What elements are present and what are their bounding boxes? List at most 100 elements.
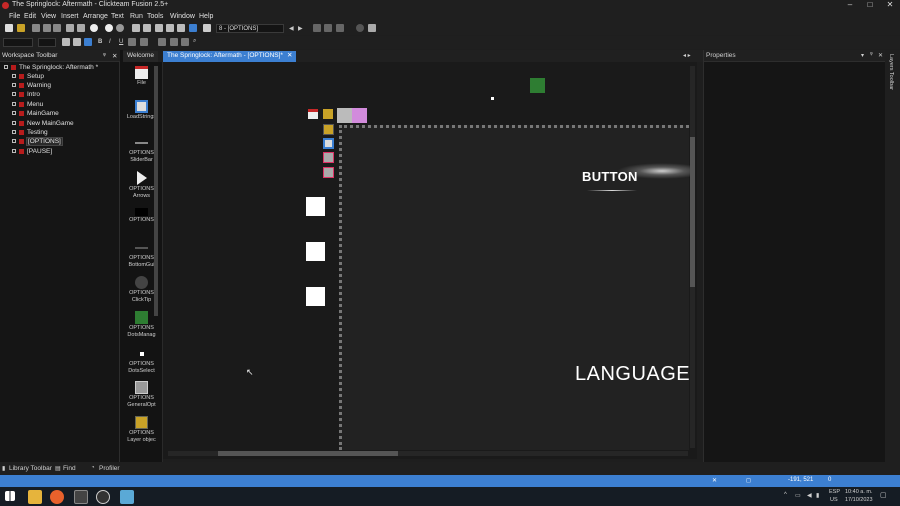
clock-time[interactable]: 10:40 a. m.: [845, 489, 873, 495]
size-select[interactable]: [38, 38, 56, 47]
search-icon[interactable]: ⌕: [193, 38, 196, 45]
align-right-icon[interactable]: [181, 38, 189, 46]
copy-icon[interactable]: [43, 24, 51, 32]
align-center-icon[interactable]: [170, 38, 178, 46]
storyboard-icon[interactable]: [132, 24, 140, 32]
properties-close-icon[interactable]: ✕: [878, 52, 883, 59]
run-icon[interactable]: [105, 24, 113, 32]
close-tab-icon[interactable]: ✕: [287, 52, 292, 59]
next-frame-icon[interactable]: ▶: [298, 25, 303, 32]
white-box-object[interactable]: [306, 242, 325, 261]
bold-icon[interactable]: B: [98, 39, 102, 45]
tree-item-menu[interactable]: Menu: [12, 101, 43, 110]
general-object[interactable]: [323, 152, 334, 163]
distribute-icon[interactable]: [324, 24, 332, 32]
undo-icon[interactable]: [66, 24, 74, 32]
properties-dropdown-icon[interactable]: ▾: [861, 52, 864, 59]
mic-icon[interactable]: ▮: [816, 492, 819, 499]
properties-pin-icon[interactable]: ᵠ: [870, 52, 873, 58]
vertical-scroll-thumb[interactable]: [690, 137, 695, 287]
language-indicator[interactable]: ESP: [829, 489, 840, 495]
help-icon[interactable]: [90, 24, 98, 32]
network-icon[interactable]: ▭: [795, 492, 801, 499]
text-tool-icon[interactable]: [84, 38, 92, 46]
menu-run[interactable]: Run: [130, 13, 143, 20]
tree-item-new-maingame[interactable]: New MainGame: [12, 120, 74, 129]
menu-arrange[interactable]: Arrange: [83, 13, 108, 20]
menu-edit[interactable]: Edit: [24, 13, 36, 20]
tree-item-intro[interactable]: Intro: [12, 91, 40, 100]
resize-icon[interactable]: [336, 24, 344, 32]
notepad-icon[interactable]: [120, 490, 134, 504]
tree-item-warning[interactable]: Warning: [12, 82, 51, 91]
white-box-object[interactable]: [306, 197, 325, 216]
paste-icon[interactable]: [53, 24, 61, 32]
data-elements-icon[interactable]: [177, 24, 185, 32]
menu-tools[interactable]: Tools: [147, 13, 163, 20]
frame-view-icon[interactable]: [189, 24, 197, 32]
stop-icon[interactable]: [116, 24, 124, 32]
button-label[interactable]: BUTTON: [582, 169, 638, 184]
menu-file[interactable]: File: [9, 13, 20, 20]
profiler-tab[interactable]: Profiler: [99, 465, 120, 472]
screenshot-icon[interactable]: [368, 24, 376, 32]
new-file-icon[interactable]: [5, 24, 13, 32]
tree-root[interactable]: The Springlock: Aftermath *: [4, 64, 98, 73]
layers-toolbar-strip[interactable]: Layers Toolbar: [885, 50, 900, 462]
tray-up-icon[interactable]: ^: [784, 492, 787, 498]
ini-object[interactable]: [323, 109, 333, 119]
gray-object[interactable]: [337, 108, 352, 123]
language-indicator-2[interactable]: US: [830, 497, 838, 503]
grid-icon[interactable]: [62, 38, 70, 46]
pin-icon[interactable]: ᵠ: [103, 52, 106, 59]
menu-help[interactable]: Help: [199, 13, 213, 20]
windows-start-icon[interactable]: [5, 491, 15, 501]
italic-icon[interactable]: I: [109, 39, 111, 45]
object-item[interactable]: OPTIONS DotsSelect: [122, 348, 161, 375]
menu-insert[interactable]: Insert: [61, 13, 79, 20]
tab-welcome[interactable]: Welcome: [123, 51, 158, 62]
find-tab[interactable]: Find: [63, 465, 76, 472]
snap-icon[interactable]: [73, 38, 81, 46]
frame-select[interactable]: 8 - [OPTIONS]: [216, 24, 284, 33]
align-left-icon[interactable]: [158, 38, 166, 46]
firefox-icon[interactable]: [50, 490, 64, 504]
close-button[interactable]: ✕: [880, 0, 900, 11]
tab-frame-options[interactable]: The Springlock: Aftermath - [OPTIONS]* ✕: [163, 51, 297, 62]
general-object-2[interactable]: [323, 167, 334, 178]
redo-icon[interactable]: [77, 24, 85, 32]
underline-icon[interactable]: U: [119, 39, 123, 45]
menu-text[interactable]: Text: [111, 13, 124, 20]
library-toolbar-tab[interactable]: Library Toolbar: [9, 465, 52, 472]
green-object[interactable]: [530, 78, 545, 93]
minimize-button[interactable]: –: [840, 0, 860, 11]
file-explorer-icon[interactable]: [28, 490, 42, 504]
color-icon[interactable]: [128, 38, 136, 46]
frame-area[interactable]: BUTTON LANGUAGE: [339, 125, 692, 450]
tree-item-maingame[interactable]: MainGame: [12, 110, 59, 119]
layer-object[interactable]: [323, 124, 334, 135]
record-icon[interactable]: [356, 24, 364, 32]
event-list-icon[interactable]: [166, 24, 174, 32]
steam-icon[interactable]: [96, 490, 110, 504]
menu-window[interactable]: Window: [170, 13, 195, 20]
object-item[interactable]: OPTIONS GeneralOpt: [122, 381, 161, 409]
tab-nav-icon[interactable]: ◂ ▸: [683, 52, 691, 59]
language-label[interactable]: LANGUAGE: [575, 363, 692, 386]
select-icon[interactable]: [203, 24, 211, 32]
align-icon[interactable]: [313, 24, 321, 32]
menu-view[interactable]: View: [41, 13, 56, 20]
horizontal-scroll-thumb[interactable]: [218, 451, 398, 456]
align-text-icon[interactable]: [140, 38, 148, 46]
white-box-object[interactable]: [306, 287, 325, 306]
tree-item-testing[interactable]: Testing: [12, 129, 48, 138]
prev-frame-icon[interactable]: ◀: [289, 25, 294, 32]
clickteam-icon[interactable]: [74, 490, 88, 504]
tree-item-options[interactable]: [OPTIONS]: [12, 137, 63, 147]
clock-date[interactable]: 17/10/2023: [845, 497, 873, 503]
cut-icon[interactable]: [32, 24, 40, 32]
loadstrings-object[interactable]: [323, 138, 334, 149]
maximize-button[interactable]: □: [860, 0, 880, 11]
tree-item-pause[interactable]: [PAUSE]: [12, 148, 52, 157]
font-select[interactable]: [3, 38, 33, 47]
